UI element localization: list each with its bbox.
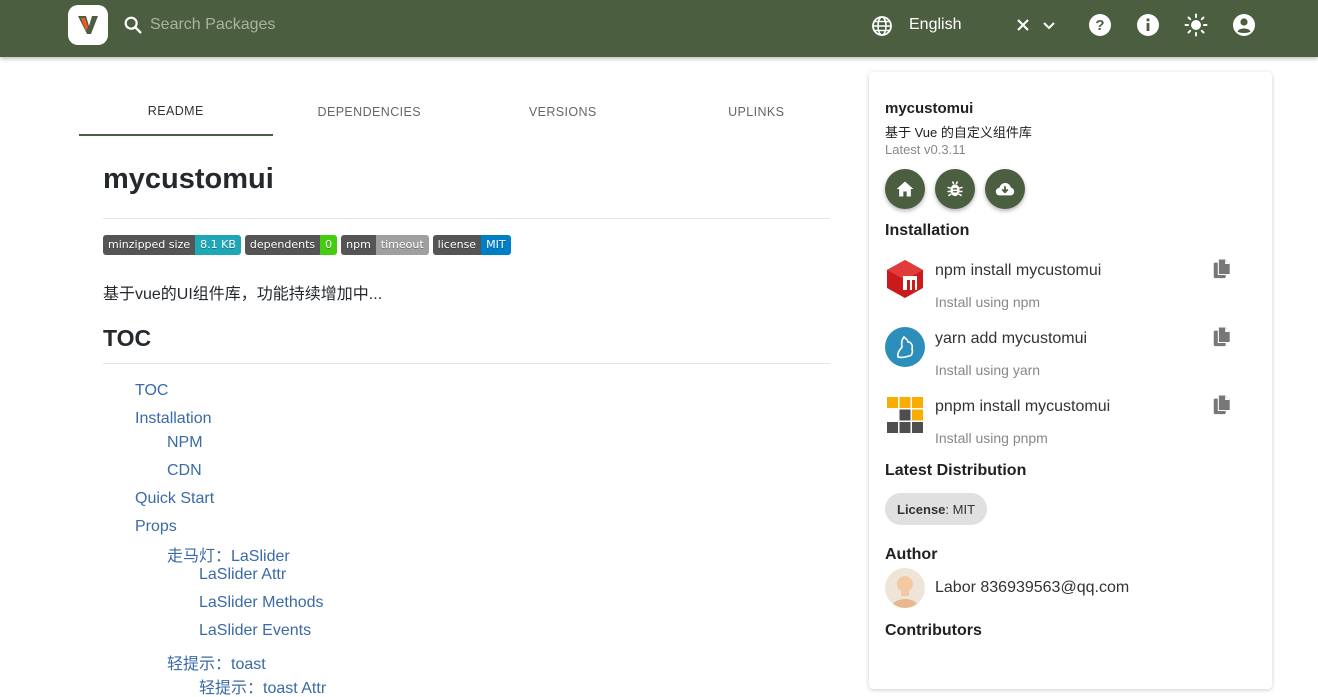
npm-install-hint: Install using npm — [935, 294, 1041, 310]
toc-link-laslider-methods[interactable]: LaSlider Methods — [199, 594, 324, 612]
verdaccio-logo[interactable] — [68, 5, 108, 45]
svg-text:?: ? — [1095, 17, 1104, 34]
toc-link-toc[interactable]: TOC — [135, 382, 168, 400]
tab-versions[interactable]: VERSIONS — [466, 88, 660, 136]
package-sidebar: mycustomui 基于 Vue 的自定义组件库 Latest v0.3.11… — [869, 72, 1272, 689]
badge-minzipped-size[interactable]: minzipped size 8.1 KB — [103, 235, 241, 255]
clear-icon[interactable] — [1013, 15, 1033, 35]
tab-readme[interactable]: README — [79, 88, 273, 136]
toc-link-toast-attr[interactable]: 轻提示：toast Attr — [199, 674, 326, 697]
toc-link-toast[interactable]: 轻提示：toast — [167, 650, 266, 674]
toc-link-laslider-events[interactable]: LaSlider Events — [199, 622, 311, 640]
readme-title: mycustomui — [103, 160, 830, 219]
license-chip-label: License — [897, 501, 946, 517]
search-icon — [124, 16, 142, 34]
toc-link-laslider[interactable]: 走马灯：LaSlider — [167, 542, 290, 566]
package-name: mycustomui — [885, 100, 974, 117]
toc-link-props[interactable]: Props — [135, 518, 177, 536]
pnpm-install-hint: Install using pnpm — [935, 430, 1048, 446]
download-tarball-button[interactable] — [985, 169, 1025, 209]
badge-value: 0 — [320, 235, 338, 255]
npm-install-command: npm install mycustomui — [935, 262, 1102, 279]
chevron-down-icon[interactable] — [1040, 15, 1058, 35]
homepage-button[interactable] — [885, 169, 925, 209]
readme-description: 基于vue的UI组件库，功能持续增加中... — [103, 286, 383, 303]
yarn-icon — [885, 327, 925, 367]
home-icon — [896, 181, 914, 197]
toc-link-laslider-attr[interactable]: LaSlider Attr — [199, 566, 286, 584]
author-name: Labor 836939563@qq.com — [935, 579, 1130, 596]
badge-npm[interactable]: npm timeout — [341, 235, 429, 255]
package-tabs: README DEPENDENCIES VERSIONS UPLINKS — [79, 88, 853, 136]
yarn-install-command: yarn add mycustomui — [935, 330, 1088, 347]
license-chip: License: MIT — [885, 493, 988, 525]
toc-link-npm[interactable]: NPM — [167, 434, 203, 452]
badge-license[interactable]: license MIT — [432, 235, 511, 255]
yarn-install-hint: Install using yarn — [935, 362, 1041, 378]
badge-value: timeout — [375, 235, 429, 255]
latest-distribution-title: Latest Distribution — [885, 462, 1027, 479]
language-select[interactable]: English — [909, 16, 961, 34]
package-description: 基于 Vue 的自定义组件库 — [885, 125, 1032, 140]
author-title: Author — [885, 546, 938, 563]
copy-icon[interactable] — [1211, 258, 1233, 280]
info-icon[interactable] — [1136, 13, 1160, 37]
top-app-bar: English ? — [0, 0, 1318, 57]
toc-heading: TOC — [103, 325, 830, 364]
readme-content: mycustomui minzipped size 8.1 KB depende… — [103, 160, 830, 697]
license-chip-value: : MIT — [945, 501, 976, 517]
globe-icon — [872, 16, 892, 36]
help-icon[interactable]: ? — [1088, 13, 1112, 37]
cloud-download-icon — [995, 183, 1015, 196]
toc-link-quick-start[interactable]: Quick Start — [135, 490, 214, 508]
package-latest-version: Latest v0.3.11 — [885, 142, 966, 157]
search-input[interactable] — [150, 12, 450, 38]
bugs-button[interactable] — [935, 169, 975, 209]
badge-row: minzipped size 8.1 KB dependents 0 npm t… — [103, 235, 511, 255]
installation-title: Installation — [885, 222, 970, 239]
badge-dependents[interactable]: dependents 0 — [244, 235, 338, 255]
brightness-icon[interactable] — [1184, 13, 1208, 37]
toc-link-installation[interactable]: Installation — [135, 410, 212, 428]
badge-label: license — [432, 235, 482, 255]
bug-icon — [947, 181, 963, 197]
contributors-title: Contributors — [885, 622, 982, 639]
tab-dependencies[interactable]: DEPENDENCIES — [273, 88, 467, 136]
badge-label: npm — [341, 235, 376, 255]
avatar — [885, 568, 925, 608]
copy-icon[interactable] — [1211, 326, 1233, 348]
npm-icon — [887, 260, 923, 298]
copy-icon[interactable] — [1211, 394, 1233, 416]
badge-value: 8.1 KB — [195, 235, 241, 255]
tab-uplinks[interactable]: UPLINKS — [660, 88, 854, 136]
pnpm-icon — [887, 397, 923, 433]
pnpm-install-command: pnpm install mycustomui — [935, 398, 1111, 415]
badge-label: dependents — [244, 235, 321, 255]
badge-label: minzipped size — [103, 235, 196, 255]
toc-link-cdn[interactable]: CDN — [167, 462, 202, 480]
badge-value: MIT — [481, 235, 511, 255]
account-icon[interactable] — [1232, 13, 1256, 37]
